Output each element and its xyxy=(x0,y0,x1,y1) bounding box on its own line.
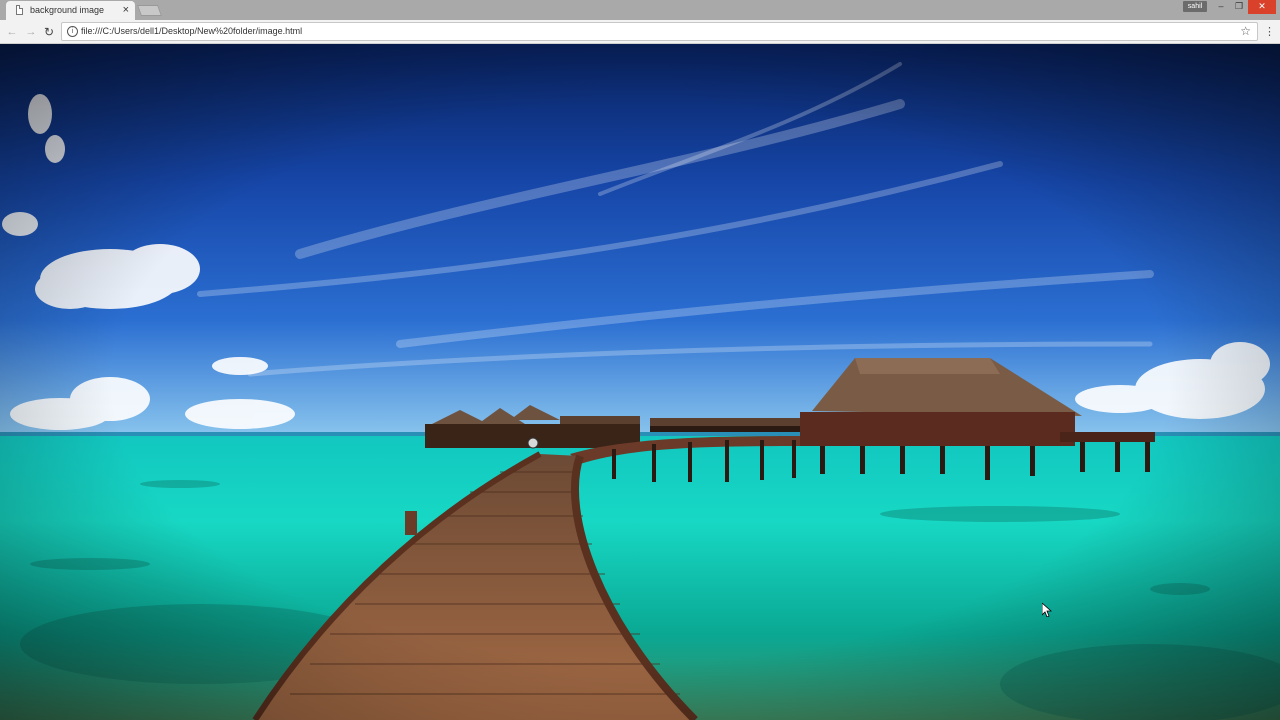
new-tab-button[interactable] xyxy=(136,5,163,16)
minimize-button[interactable]: – xyxy=(1212,0,1230,14)
page-background-image xyxy=(0,44,1280,720)
menu-icon[interactable]: ⋮ xyxy=(1264,24,1275,40)
tab-active[interactable]: background image × xyxy=(6,1,135,20)
forward-button[interactable]: → xyxy=(23,24,39,40)
document-icon xyxy=(16,5,23,15)
tab-title: background image xyxy=(30,5,105,15)
browser-window: background image × sahil – ❐ ✕ ← → ↻ i f… xyxy=(0,0,1280,720)
address-bar[interactable]: i file:///C:/Users/dell1/Desktop/New%20f… xyxy=(61,22,1258,41)
restore-button[interactable]: ❐ xyxy=(1230,0,1248,14)
browser-toolbar: ← → ↻ i file:///C:/Users/dell1/Desktop/N… xyxy=(0,20,1280,44)
beach-dock-scene xyxy=(0,44,1280,720)
bookmark-star-icon[interactable]: ☆ xyxy=(1240,24,1251,38)
back-button[interactable]: ← xyxy=(4,24,20,40)
mouse-cursor-icon xyxy=(1042,603,1052,617)
tab-close-icon[interactable]: × xyxy=(123,3,129,17)
close-window-button[interactable]: ✕ xyxy=(1248,0,1276,14)
url-text[interactable]: file:///C:/Users/dell1/Desktop/New%20fol… xyxy=(81,26,302,36)
info-icon[interactable]: i xyxy=(67,26,78,37)
reload-button[interactable]: ↻ xyxy=(41,24,57,40)
user-badge[interactable]: sahil xyxy=(1183,1,1207,12)
tab-strip: background image × sahil – ❐ ✕ xyxy=(0,0,1280,20)
